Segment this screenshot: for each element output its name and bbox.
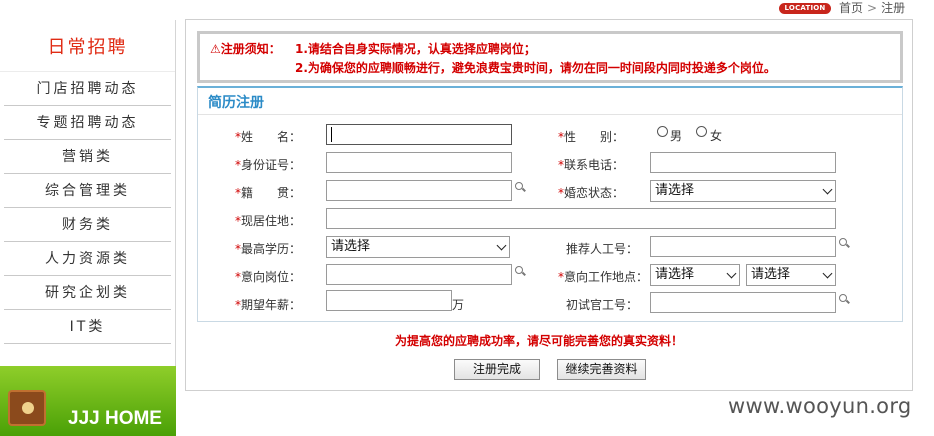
hometown-input[interactable] <box>326 180 512 201</box>
position-input[interactable] <box>326 264 512 285</box>
sidebar-title: 日常招聘 <box>0 20 175 72</box>
interviewer-search-icon[interactable] <box>839 294 849 304</box>
form-title: 简历注册 <box>208 95 264 111</box>
work-location-city-select[interactable]: 请选择 <box>746 264 836 286</box>
referrer-label: 推荐人工号： <box>566 242 639 256</box>
breadcrumb-home-link[interactable]: 首页 <box>839 1 863 15</box>
sidebar-item-special-recruit[interactable]: 专题招聘动态 <box>4 106 171 140</box>
home-banner[interactable]: JJJ HOME <box>0 366 176 436</box>
marital-status-label: *婚恋状态： <box>558 186 625 200</box>
id-number-label: *身份证号： <box>235 158 302 172</box>
referrer-input[interactable] <box>650 236 836 257</box>
notice-line-2: 2.为确保您的应聘顺畅进行，避免浪费宝贵时间，请勿在同一时间段内同时投递多个岗位… <box>295 61 776 75</box>
form-title-divider <box>198 114 902 115</box>
address-input[interactable] <box>326 208 836 229</box>
salary-label: *期望年薪： <box>235 298 302 312</box>
interviewer-input[interactable] <box>650 292 836 313</box>
sidebar-item-marketing[interactable]: 营销类 <box>4 140 171 174</box>
watermark: www.wooyun.org <box>728 394 912 418</box>
registration-notice: ⚠注册须知： 1.请结合自身实际情况，认真选择应聘岗位； 2.为确保您的应聘顺畅… <box>197 31 903 83</box>
continue-profile-button[interactable]: 继续完善资料 <box>557 359 646 380</box>
position-label: *意向岗位： <box>235 270 302 284</box>
main-panel: ⚠注册须知： 1.请结合自身实际情况，认真选择应聘岗位； 2.为确保您的应聘顺畅… <box>185 19 913 391</box>
work-location-label: *意向工作地点： <box>558 270 649 284</box>
notice-line-1: 1.请结合自身实际情况，认真选择应聘岗位； <box>295 42 536 56</box>
chevron-down-icon <box>822 184 833 195</box>
breadcrumb-separator: > <box>867 1 878 15</box>
address-label: *现居住地： <box>235 214 302 228</box>
wallet-icon <box>8 390 46 426</box>
id-number-input[interactable] <box>326 152 512 173</box>
phone-input[interactable] <box>650 152 836 173</box>
banner-label: JJJ HOME <box>68 408 162 429</box>
salary-input[interactable] <box>326 290 452 311</box>
completion-hint: 为提高您的应聘成功率，请尽可能完善您的真实资料！ <box>395 334 684 348</box>
gender-label: *性 别： <box>558 130 625 144</box>
chevron-down-icon <box>822 268 833 279</box>
top-bar: LOCATION 首页 > 注册 <box>0 0 934 18</box>
work-location-province-select[interactable]: 请选择 <box>650 264 740 286</box>
education-label: *最高学历： <box>235 242 302 256</box>
marital-status-select[interactable]: 请选择 <box>650 180 836 202</box>
sidebar: 日常招聘 门店招聘动态 专题招聘动态 营销类 综合管理类 财务类 人力资源类 研… <box>0 20 176 436</box>
gender-female-label: 女 <box>710 129 723 143</box>
sidebar-menu: 门店招聘动态 专题招聘动态 营销类 综合管理类 财务类 人力资源类 研究企划类 … <box>0 72 175 344</box>
referrer-search-icon[interactable] <box>839 238 849 248</box>
gender-female-radio[interactable] <box>696 126 707 137</box>
resume-form: 简历注册 *姓 名： *性 别： 男 女 *身份证号： *联系电话： *籍 贯：… <box>197 86 903 322</box>
breadcrumb: 首页 > 注册 <box>839 0 905 16</box>
name-input[interactable] <box>326 124 512 145</box>
interviewer-label: 初试官工号： <box>566 298 639 312</box>
gender-male-label: 男 <box>670 129 683 143</box>
sidebar-item-research[interactable]: 研究企划类 <box>4 276 171 310</box>
chevron-down-icon <box>496 240 507 251</box>
name-label: *姓 名： <box>235 130 302 144</box>
warning-icon: ⚠ <box>210 42 221 56</box>
sidebar-item-store-recruit[interactable]: 门店招聘动态 <box>4 72 171 106</box>
notice-label: ⚠注册须知： <box>210 42 281 56</box>
location-badge: LOCATION <box>779 3 831 14</box>
gender-male-radio[interactable] <box>657 126 668 137</box>
register-finish-button[interactable]: 注册完成 <box>454 359 540 380</box>
hometown-search-icon[interactable] <box>515 182 525 192</box>
chevron-down-icon <box>726 268 737 279</box>
sidebar-item-finance[interactable]: 财务类 <box>4 208 171 242</box>
hometown-label: *籍 贯： <box>235 186 302 200</box>
phone-label: *联系电话： <box>558 158 625 172</box>
breadcrumb-current: 注册 <box>881 1 906 15</box>
position-search-icon[interactable] <box>515 266 525 276</box>
salary-unit: 万 <box>452 298 465 312</box>
sidebar-item-hr[interactable]: 人力资源类 <box>4 242 171 276</box>
sidebar-item-management[interactable]: 综合管理类 <box>4 174 171 208</box>
sidebar-item-it[interactable]: IT类 <box>4 310 171 344</box>
education-select[interactable]: 请选择 <box>326 236 510 258</box>
